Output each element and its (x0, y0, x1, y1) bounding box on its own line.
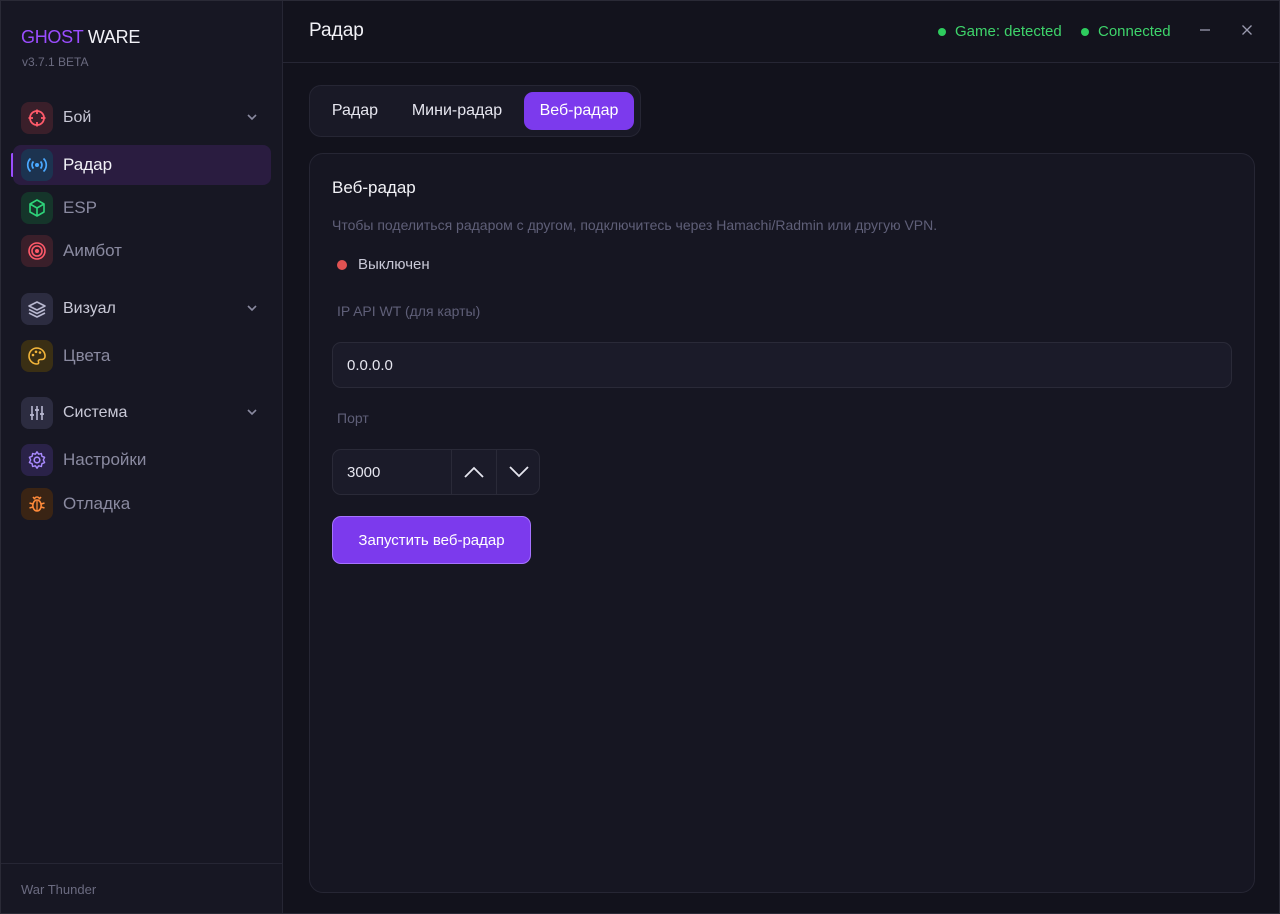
sidebar-item-label: Визуал (63, 300, 116, 317)
layers-icon (21, 293, 53, 325)
start-web-radar-button[interactable]: Запустить веб-радар (332, 516, 531, 564)
state-dot (337, 259, 347, 270)
sidebar-item-settings[interactable]: Настройки (13, 440, 271, 480)
status-dot (938, 27, 946, 36)
minimize-button[interactable] (1194, 19, 1216, 41)
ip-input[interactable] (332, 342, 1232, 388)
card-description: Чтобы поделиться радаром с другом, подкл… (332, 217, 938, 233)
chevron-down-icon (245, 301, 259, 320)
chevron-up-icon (464, 466, 484, 478)
radar-icon (21, 149, 53, 181)
chevron-down-icon (509, 466, 529, 478)
target-icon (21, 235, 53, 267)
chevron-down-icon (245, 110, 259, 129)
card-title: Веб-радар (332, 178, 416, 197)
sidebar-group-system[interactable]: Система (13, 393, 271, 433)
tab-web-radar[interactable]: Веб-радар (524, 92, 634, 130)
page-title: Радар (309, 20, 364, 41)
status-dot (1081, 27, 1089, 36)
port-decrement-button[interactable] (496, 450, 541, 494)
sidebar-footer: War Thunder (1, 863, 282, 913)
app-window: GHOST WARE v3.7.1 BETA Бой Радар ESP Аим… (0, 0, 1280, 914)
game-status: Game: detected (938, 23, 1062, 40)
header: Радар Game: detected Connected (283, 1, 1279, 63)
sliders-icon (21, 397, 53, 429)
app-version: v3.7.1 BETA (22, 55, 89, 69)
ip-label: IP API WT (для карты) (337, 303, 481, 319)
game-name: War Thunder (21, 882, 97, 897)
port-stepper (332, 449, 540, 495)
sidebar-item-debug[interactable]: Отладка (13, 484, 271, 524)
port-input[interactable] (333, 450, 451, 494)
sidebar-item-label: Бой (63, 109, 92, 126)
sidebar-group-combat[interactable]: Бой (13, 98, 271, 138)
connection-status: Connected (1081, 23, 1171, 40)
sidebar-item-label: Система (63, 404, 128, 421)
sidebar-item-esp[interactable]: ESP (13, 188, 271, 228)
close-icon (1242, 25, 1252, 35)
web-radar-card: Веб-радар Чтобы поделиться радаром с дру… (309, 153, 1255, 893)
radar-tabs: Радар Мини-радар Веб-радар (309, 85, 641, 137)
radar-state: Выключен (337, 256, 430, 273)
tab-radar[interactable]: Радар (318, 92, 392, 130)
sidebar-item-label: Отладка (63, 494, 131, 513)
bug-icon (21, 488, 53, 520)
port-increment-button[interactable] (451, 450, 496, 494)
sidebar-item-colors[interactable]: Цвета (13, 336, 271, 376)
minimize-icon (1200, 29, 1210, 31)
brand-logo: GHOST WARE (21, 27, 141, 47)
sidebar-item-label: Радар (63, 155, 113, 174)
sidebar-item-label: ESP (63, 198, 98, 217)
gear-icon (21, 444, 53, 476)
palette-icon (21, 340, 53, 372)
close-button[interactable] (1236, 19, 1258, 41)
tab-mini-radar[interactable]: Мини-радар (400, 92, 514, 130)
port-label: Порт (337, 410, 369, 426)
sidebar-group-visual[interactable]: Визуал (13, 289, 271, 329)
sidebar-item-radar[interactable]: Радар (13, 145, 271, 185)
chevron-down-icon (245, 405, 259, 424)
crosshair-icon (21, 102, 53, 134)
sidebar-item-label: Аимбот (63, 241, 122, 260)
sidebar: GHOST WARE v3.7.1 BETA Бой Радар ESP Аим… (1, 1, 283, 913)
sidebar-item-aimbot[interactable]: Аимбот (13, 231, 271, 271)
sidebar-item-label: Настройки (63, 450, 147, 469)
sidebar-item-label: Цвета (63, 346, 111, 365)
cube-icon (21, 192, 53, 224)
